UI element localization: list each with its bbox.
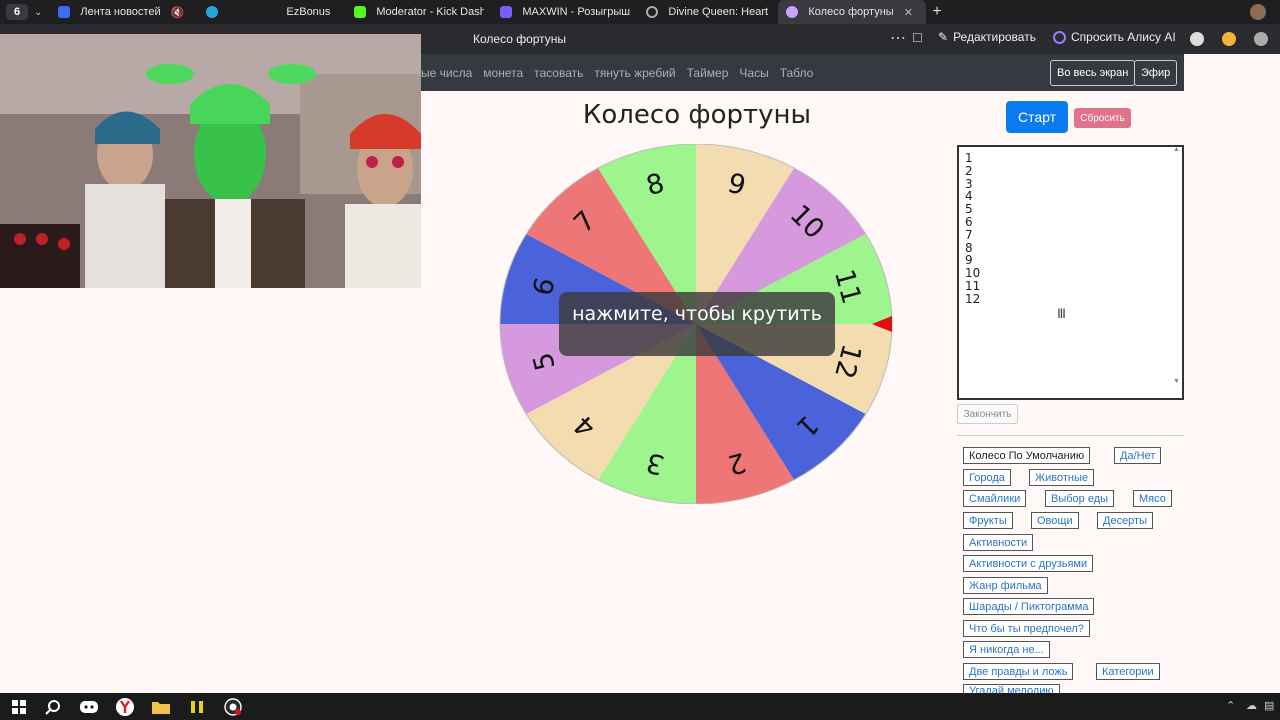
tab-wheel-of-fortune[interactable]: Колесо фортуны ✕: [778, 0, 927, 24]
tab-telegram[interactable]: [198, 0, 238, 24]
profile-avatar[interactable]: [1250, 4, 1266, 20]
scroll-up-icon[interactable]: ▲: [1173, 146, 1180, 153]
preset-guess-melody[interactable]: Угадай мелодию: [963, 684, 1060, 693]
tray-cloud-icon[interactable]: ☁: [1246, 699, 1257, 712]
start-button[interactable]: Старт: [1006, 101, 1068, 133]
preset-never-have-i[interactable]: Я никогда не...: [963, 641, 1050, 658]
close-icon[interactable]: ✕: [904, 6, 913, 19]
ask-alice-button[interactable]: Спросить Алису AI: [1053, 30, 1176, 44]
tab-ezbonus[interactable]: EzBonus: [238, 0, 346, 24]
tray-chevron-icon[interactable]: ⌃: [1226, 699, 1235, 712]
news-favicon-icon: [58, 6, 71, 18]
preset-fruits[interactable]: Фрукты: [963, 512, 1013, 529]
broadcast-button[interactable]: Эфир: [1134, 60, 1178, 86]
discord-icon[interactable]: [80, 698, 98, 716]
preset-yes-no[interactable]: Да/Нет: [1114, 447, 1162, 464]
obs-icon[interactable]: [224, 698, 242, 716]
browser-tab-strip: 6 ⌄ Лента новостей 🔇 EzBonus Moderator -…: [0, 0, 1280, 24]
preset-default-wheel[interactable]: Колесо По Умолчанию: [963, 447, 1091, 464]
preset-food-choice[interactable]: Выбор еды: [1045, 490, 1115, 507]
preset-two-truths[interactable]: Две правды и ложь: [963, 663, 1074, 680]
kick-icon: [354, 6, 367, 18]
tab-divine-queen[interactable]: Divine Queen: Heart of Ice: [638, 0, 778, 24]
webcam-overlay: [0, 34, 421, 288]
tray-network-icon[interactable]: ▤: [1264, 699, 1274, 712]
preset-meat[interactable]: Мясо: [1133, 490, 1172, 507]
entries-textarea[interactable]: 1 2 3 4 5 6 7 8 9 10 11 12: [957, 145, 1184, 400]
preset-activities[interactable]: Активности: [963, 534, 1034, 551]
spin-hint-overlay[interactable]: нажмите, чтобы крутить: [559, 292, 835, 356]
nav-link-timer[interactable]: Таймер: [687, 66, 729, 80]
pencil-icon: ✎: [938, 30, 949, 44]
preset-would-you-rather[interactable]: Что бы ты предпочел?: [963, 620, 1090, 637]
nav-link-shuffle[interactable]: тасовать: [534, 66, 583, 80]
preset-vegetables[interactable]: Овощи: [1031, 512, 1079, 529]
nav-links: ые числа монета тасовать тянуть жребий Т…: [421, 66, 813, 80]
windows-start-icon[interactable]: [10, 698, 28, 716]
extension-icon[interactable]: [1190, 32, 1204, 46]
scroll-down-icon[interactable]: ▼: [1173, 378, 1180, 385]
wheel-title: Колесо фортуны: [582, 100, 812, 130]
new-tab-icon[interactable]: +: [932, 3, 941, 21]
finish-button[interactable]: Закончить: [957, 404, 1018, 424]
preset-desserts[interactable]: Десерты: [1097, 512, 1154, 529]
telegram-icon: [206, 6, 219, 18]
downloads-icon[interactable]: [1254, 32, 1268, 46]
preset-activities-friends[interactable]: Активности с друзьями: [963, 555, 1094, 572]
yandex-browser-icon[interactable]: [116, 698, 134, 716]
divider: [957, 435, 1184, 436]
chevron-down-icon[interactable]: ⌄: [34, 7, 42, 18]
preset-categories[interactable]: Категории: [1096, 663, 1160, 680]
headphones-app-icon[interactable]: [188, 698, 206, 716]
nav-link-draw-lots[interactable]: тянуть жребий: [594, 66, 675, 80]
bookmark-icon[interactable]: ☐: [912, 31, 923, 45]
preset-movie-genre[interactable]: Жанр фильма: [963, 577, 1048, 594]
wheel-favicon-icon: [786, 6, 799, 18]
nav-link-coin[interactable]: монета: [483, 66, 523, 80]
nav-link-scoreboard[interactable]: Табло: [780, 66, 814, 80]
reset-button[interactable]: Сбросить: [1074, 108, 1131, 128]
preset-emojis[interactable]: Смайлики: [963, 490, 1027, 507]
file-explorer-icon[interactable]: [152, 698, 170, 716]
maxwin-icon: [500, 6, 513, 18]
loading-icon: [646, 6, 659, 18]
tab-kick-moderator[interactable]: Moderator - Kick Dashboa: [346, 0, 492, 24]
preset-cities[interactable]: Города: [963, 469, 1011, 486]
preset-charades[interactable]: Шарады / Пиктограмма: [963, 598, 1095, 615]
search-icon[interactable]: [44, 698, 62, 716]
preset-animals[interactable]: Животные: [1029, 469, 1095, 486]
tab-maxwin[interactable]: MAXWIN - Розыгрыш в ча: [492, 0, 638, 24]
tab-news[interactable]: Лента новостей 🔇: [50, 0, 198, 24]
mute-icon[interactable]: 🔇: [171, 6, 185, 19]
tab-count-badge[interactable]: 6: [6, 4, 28, 20]
page-title: Колесо фортуны: [473, 32, 567, 46]
webcam-image: [0, 34, 421, 288]
alice-icon: [1053, 30, 1066, 44]
fullscreen-button[interactable]: Во весь экран: [1050, 60, 1136, 86]
text-cursor-icon: Ⅲ: [1057, 306, 1066, 321]
coins-icon[interactable]: [1222, 32, 1236, 46]
nav-link-clock[interactable]: Часы: [739, 66, 768, 80]
more-icon[interactable]: ⋯: [890, 28, 906, 48]
nav-link-numbers[interactable]: ые числа: [421, 66, 472, 80]
edit-button[interactable]: ✎ Редактировать: [938, 30, 1036, 44]
windows-taskbar: ⌃ ☁ ▤: [0, 693, 1280, 720]
